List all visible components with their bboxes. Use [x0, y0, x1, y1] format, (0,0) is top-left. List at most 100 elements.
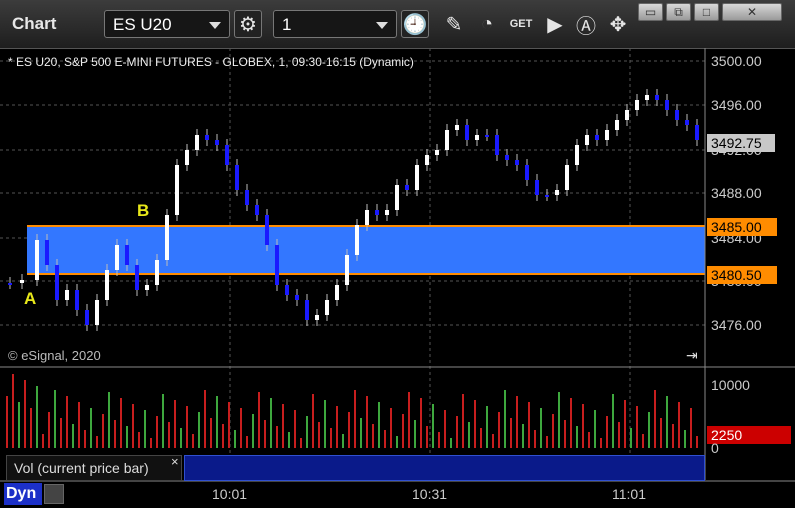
get-icon[interactable]: GET	[507, 10, 535, 38]
volume-bar	[30, 408, 32, 448]
volume-bar	[390, 408, 392, 448]
volume-bar	[396, 436, 398, 448]
close-icon[interactable]: ✕	[722, 3, 782, 21]
move-icon[interactable]: ✥	[604, 10, 632, 38]
pencil-icon[interactable]: ✎	[440, 10, 468, 38]
candle-body	[305, 300, 309, 320]
volume-bar	[486, 406, 488, 448]
volume-bar	[666, 396, 668, 448]
volume-bar	[564, 420, 566, 448]
volume-bar	[180, 428, 182, 448]
volume-bar	[246, 436, 248, 448]
candle-body	[175, 165, 179, 215]
candle-body	[135, 265, 139, 290]
volume-bar	[120, 398, 122, 448]
volume-bar	[360, 418, 362, 448]
volume-bar	[594, 410, 596, 448]
volume-bar	[456, 416, 458, 448]
candle-body	[635, 100, 639, 110]
candle-body	[515, 160, 519, 165]
volume-bar	[336, 406, 338, 448]
volume-bar	[156, 416, 158, 448]
price-label: 3496.00	[711, 97, 762, 113]
close-icon[interactable]: ×	[171, 454, 179, 469]
clock-icon[interactable]: 🕘	[401, 10, 429, 38]
chevron-down-icon	[376, 22, 388, 29]
volume-bar	[6, 396, 8, 448]
candle-body	[475, 135, 479, 140]
volume-bar	[96, 436, 98, 448]
interval-value: 1	[282, 15, 292, 34]
alert-icon[interactable]: Ⓐ	[572, 10, 600, 38]
volume-bar	[432, 404, 434, 448]
volume-bar	[324, 400, 326, 448]
lock-icon[interactable]	[44, 484, 64, 504]
volume-bar	[534, 430, 536, 448]
price-label: 3488.00	[711, 185, 762, 201]
candle-body	[375, 210, 379, 215]
interval-dropdown[interactable]: 1	[273, 10, 397, 38]
volume-bar	[546, 436, 548, 448]
volume-bar	[18, 402, 20, 448]
maximize-icon[interactable]: □	[694, 3, 719, 21]
candle-body	[185, 150, 189, 165]
volume-bar	[210, 418, 212, 448]
volume-bar	[228, 402, 230, 448]
volume-bar	[198, 412, 200, 448]
current-price-tag: 3492.75	[707, 134, 775, 152]
volume-bar	[240, 408, 242, 448]
settings-icon[interactable]: ⚙	[234, 10, 262, 38]
volume-bar	[684, 430, 686, 448]
volume-bar	[204, 390, 206, 448]
volume-bar	[72, 424, 74, 448]
candle-body	[195, 135, 199, 150]
time-label: 11:01	[612, 486, 646, 502]
scroll-end-icon[interactable]: ⇥	[686, 347, 698, 363]
candle-body	[645, 95, 649, 100]
play-icon[interactable]: ▶	[541, 10, 569, 38]
candle-body	[335, 285, 339, 300]
volume-bar	[570, 398, 572, 448]
volume-bar	[114, 420, 116, 448]
symbol-dropdown[interactable]: ES U20	[104, 10, 230, 38]
volume-bar	[192, 434, 194, 448]
volume-bar	[672, 424, 674, 448]
volume-bar	[102, 414, 104, 448]
dyn-button[interactable]: Dyn	[4, 483, 42, 505]
volume-bar	[342, 434, 344, 448]
candle-body	[125, 245, 129, 265]
candle-body	[115, 245, 119, 270]
chevron-down-icon	[209, 22, 221, 29]
candle-body	[425, 155, 429, 165]
candle-body	[675, 110, 679, 120]
volume-bar	[150, 438, 152, 448]
volume-study-label[interactable]: Vol (current price bar)	[6, 455, 182, 481]
volume-bar	[606, 416, 608, 448]
volume-bar	[348, 412, 350, 448]
volume-bar	[408, 392, 410, 448]
external-icon[interactable]: ⧉	[666, 3, 691, 21]
volume-bar	[258, 392, 260, 448]
volume-bar	[504, 390, 506, 448]
volume-bar	[108, 392, 110, 448]
candle-body	[205, 135, 209, 140]
candle-body	[625, 110, 629, 120]
volume-bar	[528, 402, 530, 448]
candle-body	[285, 285, 289, 295]
candle-body	[325, 300, 329, 315]
candle-body	[345, 255, 349, 285]
candle-body	[615, 120, 619, 130]
candle-body	[605, 130, 609, 140]
restore-icon[interactable]: ▭	[638, 3, 663, 21]
volume-bar	[222, 424, 224, 448]
volume-bar	[420, 398, 422, 448]
volume-bar	[126, 426, 128, 448]
study-icon[interactable]: ◔	[473, 10, 501, 38]
candle-body	[405, 185, 409, 190]
chart-description: * ES U20, S&P 500 E-MINI FUTURES - GLOBE…	[8, 55, 414, 69]
volume-bar	[372, 424, 374, 448]
volume-bar	[306, 416, 308, 448]
volume-bar	[624, 400, 626, 448]
candle-body	[265, 215, 269, 245]
price-chart[interactable]: ⇥	[0, 48, 795, 508]
